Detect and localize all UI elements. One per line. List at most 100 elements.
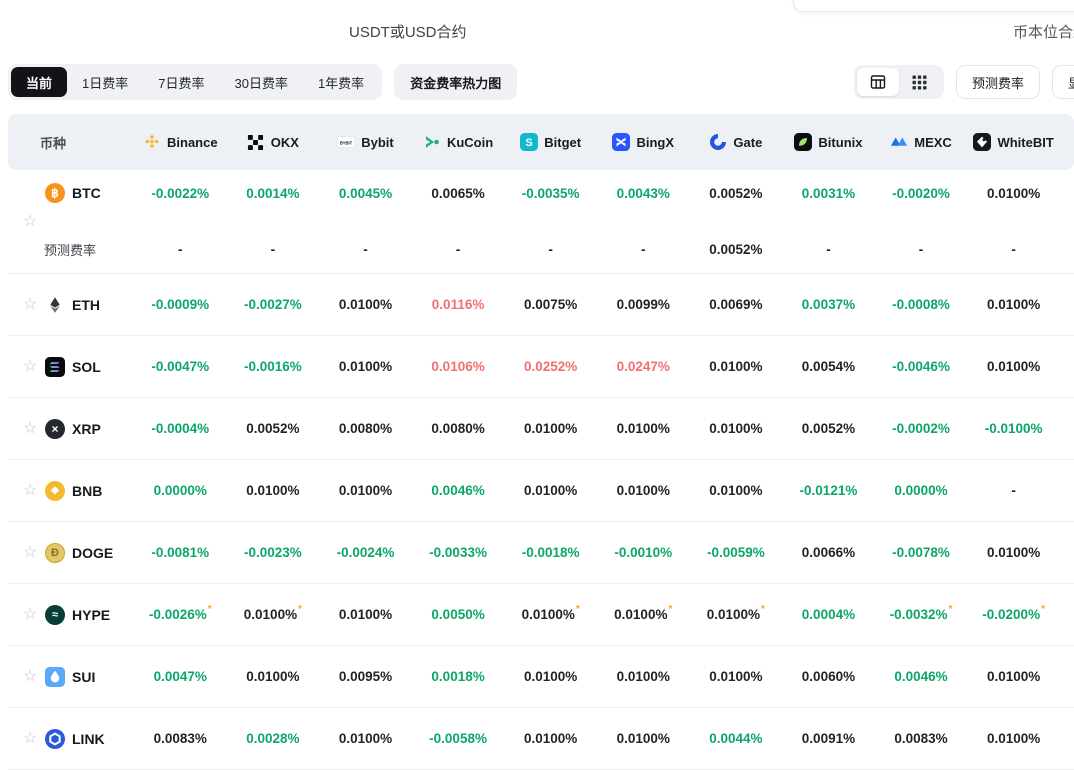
exchange-column-header[interactable]: WhiteBIT (967, 133, 1060, 151)
rate-cell: - (363, 241, 368, 257)
rate-cell: 0.0100% (616, 483, 670, 498)
rate-cell: 0.0100% (616, 669, 670, 684)
table-row-expanded: ฿ BTC -0.0022% 0.0014% 0.0045% 0.0065% -0.0035… (8, 170, 1074, 274)
coin-cell[interactable]: ☆ ◆ BNB (8, 480, 134, 501)
table-row[interactable]: ☆ SUI 0.0047% 0.0100% 0.0095% 0.0018% 0.0100% 0… (8, 646, 1074, 708)
table-row[interactable]: ☆ LINK 0.0083% 0.0028% 0.0100% -0.0058% 0.0100… (8, 708, 1074, 770)
toolbar-right: 预测费率 显 (853, 65, 1074, 99)
favorite-star[interactable]: ☆ (22, 358, 38, 375)
coin-symbol[interactable]: BTC (72, 185, 101, 201)
exchange-column-header[interactable]: Bitunix (782, 133, 875, 151)
exchange-name: WhiteBIT (997, 134, 1054, 150)
coin-cell[interactable]: ☆ LINK (8, 728, 134, 749)
usdt-contract-title[interactable]: USDT或USD合约 (349, 21, 467, 42)
coin-symbol[interactable]: SUI (72, 669, 95, 685)
coin-symbol[interactable]: LINK (72, 731, 105, 747)
table-row[interactable]: ☆ ETH -0.0009% -0.0027% 0.0100% 0.0116% 0.0075… (8, 274, 1074, 336)
coin-symbol[interactable]: BNB (72, 483, 102, 499)
rate-cell: 0.0100% (246, 483, 300, 498)
rate-cell: 0.0080% (338, 421, 393, 436)
rate-cell: -0.0121% (799, 483, 858, 498)
rate-cell: -0.0009% (151, 297, 210, 312)
tab-current[interactable]: 当前 (11, 67, 68, 97)
coin-cell[interactable]: ☆ SOL (8, 356, 134, 377)
tab-30d[interactable]: 30日费率 (219, 67, 302, 97)
table-row[interactable]: ☆ Ð DOGE -0.0081% -0.0023% -0.0024% -0.0033% -0… (8, 522, 1074, 584)
rate-asterisk: * (761, 604, 765, 615)
exchange-column-header[interactable]: OKX (227, 133, 320, 151)
rate-cell: -0.0023% (243, 545, 302, 560)
exchange-column-header[interactable]: S Bitget (504, 133, 597, 151)
rate-cell: -0.0059% (706, 545, 765, 560)
coin-symbol[interactable]: ETH (72, 297, 100, 313)
favorite-star[interactable]: ☆ (22, 482, 38, 499)
predicted-rate-row: 预测费率 - - - - - - 0.0052% - - - (8, 233, 1060, 265)
table-row[interactable]: ☆ × XRP -0.0004% 0.0052% 0.0080% 0.0080% 0.0100… (8, 398, 1074, 460)
rate-cell: 0.0100% (709, 359, 763, 374)
rate-cell: -0.0033% (429, 545, 487, 560)
table-row[interactable]: ☆ ≈ HYPE -0.0026%* 0.0100%* 0.0100% 0.0050% 0.0… (8, 584, 1074, 646)
exchange-column-header[interactable]: Binance (134, 133, 227, 151)
rate-asterisk: * (1041, 604, 1045, 615)
coin-symbol[interactable]: SOL (72, 359, 101, 375)
tab-1d[interactable]: 1日费率 (67, 67, 143, 97)
table-row[interactable]: ☆ SOL -0.0047% -0.0016% 0.0100% 0.0106% 0.0252… (8, 336, 1074, 398)
btc-icon: ฿ (45, 183, 65, 203)
rate-cell: 0.0100% (986, 359, 1041, 374)
table-row[interactable]: ☆ ◆ BNB 0.0000% 0.0100% 0.0100% 0.0046% 0.0100%… (8, 460, 1074, 522)
coin-symbol[interactable]: XRP (72, 421, 101, 437)
coin-symbol[interactable]: DOGE (72, 545, 113, 561)
rate-cell: 0.0091% (801, 731, 856, 746)
funding-rate-table: 币种 Binance OKX BYBIT Bybit KuCoin S Bitget Bing… (8, 114, 1074, 770)
rate-cell: 0.0100% (616, 731, 670, 746)
favorite-star[interactable]: ☆ (22, 606, 38, 623)
rate-cell: -0.0002% (892, 421, 950, 436)
tab-7d[interactable]: 7日费率 (143, 67, 219, 97)
table-view-button[interactable] (856, 68, 899, 96)
coin-cell[interactable]: ☆ Ð DOGE (8, 542, 134, 563)
exchange-name: KuCoin (446, 134, 494, 150)
rate-cell: 0.0046% (894, 669, 948, 684)
coin-cell[interactable]: ☆ SUI (8, 666, 134, 687)
favorite-star[interactable]: ☆ (22, 420, 38, 437)
exchange-name: Bitget (544, 134, 582, 150)
coin-cell[interactable]: ☆ ≈ HYPE (8, 604, 134, 625)
favorite-star[interactable]: ☆ (22, 668, 38, 685)
exchange-column-header[interactable]: BYBIT Bybit (319, 133, 412, 151)
favorite-star[interactable]: ☆ (22, 544, 38, 561)
rate-cell: 0.0100% (338, 731, 393, 746)
coin-cell[interactable]: ฿ BTC (8, 183, 134, 203)
coin-cell[interactable]: ☆ × XRP (8, 418, 134, 439)
rate-cell: 0.0004% (801, 607, 856, 622)
bingx-icon (612, 133, 631, 151)
display-settings-button[interactable]: 显 (1052, 65, 1074, 99)
coin-margined-title[interactable]: 币本位合约 (1013, 21, 1074, 42)
heatmap-button[interactable]: 资金费率热力图 (394, 64, 518, 100)
favorite-star[interactable]: ☆ (22, 214, 38, 230)
coin-symbol[interactable]: HYPE (72, 607, 110, 623)
coin-cell[interactable]: ☆ ETH (8, 295, 134, 315)
tab-1y[interactable]: 1年费率 (303, 67, 379, 97)
exchange-column-header[interactable]: MEXC (875, 133, 968, 151)
grid-view-button[interactable] (899, 68, 941, 96)
exchange-column-header[interactable]: BingX (597, 133, 690, 151)
rate-cell: 0.0037% (801, 297, 856, 312)
favorite-star[interactable]: ☆ (22, 730, 38, 747)
rate-cell: - (826, 241, 831, 257)
rate-cell: 0.0045% (338, 185, 393, 201)
rate-cell: 0.0252% (524, 359, 578, 374)
rate-cell: - (455, 241, 461, 257)
bitget-icon: S (520, 133, 539, 151)
rate-cell: 0.0046% (431, 483, 485, 498)
rate-cell: -0.0032%* (889, 604, 953, 622)
predicted-rate-button[interactable]: 预测费率 (955, 65, 1040, 99)
rate-cell: -0.0100% (984, 421, 1043, 436)
exchange-column-header[interactable]: Gate (690, 133, 783, 151)
table-view-icon (869, 73, 887, 91)
rate-cell: 0.0080% (431, 421, 485, 436)
favorite-star[interactable]: ☆ (22, 296, 38, 313)
exchange-column-header[interactable]: KuCoin (412, 133, 505, 151)
table-row[interactable]: ฿ BTC -0.0022% 0.0014% 0.0045% 0.0065% -0.0035… (8, 175, 1060, 211)
favorite-star-line: ☆ (8, 211, 1060, 233)
exchange-name: Gate (733, 134, 763, 150)
